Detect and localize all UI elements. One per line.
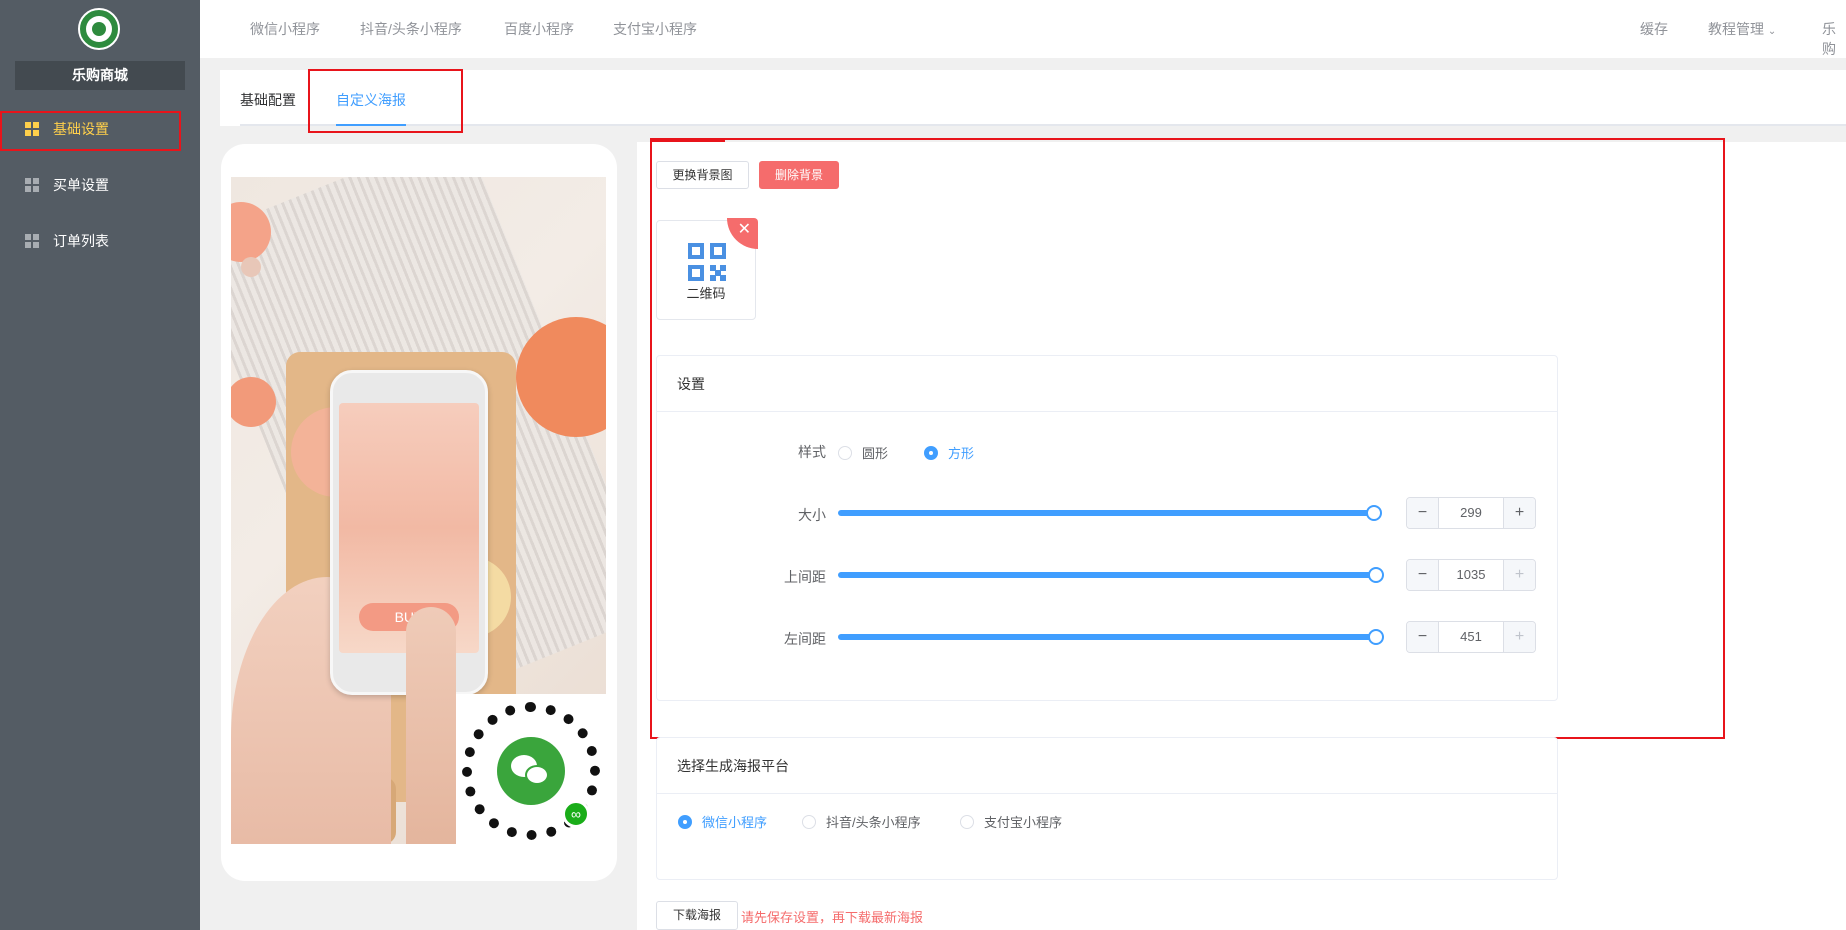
- grid-icon: [25, 234, 39, 248]
- download-poster-button[interactable]: 下载海报: [656, 901, 738, 930]
- shop-name: 乐购商城: [15, 61, 185, 90]
- chevron-down-icon: ⌄: [1767, 26, 1777, 37]
- highlight-box: [0, 111, 181, 151]
- grid-icon: [25, 178, 39, 192]
- tabs-bar: 基础配置 自定义海报: [220, 70, 1846, 126]
- highlight-box: [650, 138, 1725, 739]
- tutorial-menu[interactable]: 教程管理 ⌄: [1708, 19, 1776, 39]
- download-hint: 请先保存设置，再下载最新海报: [741, 910, 924, 925]
- platform-radio-alipay[interactable]: 支付宝小程序: [960, 812, 1062, 831]
- tab-basic-config[interactable]: 基础配置: [240, 90, 296, 110]
- sidebar-item-order-list[interactable]: 订单列表: [0, 219, 200, 263]
- top-link-douyin[interactable]: 抖音/头条小程序: [360, 19, 462, 39]
- cache-link[interactable]: 缓存: [1640, 19, 1668, 39]
- top-link-alipay[interactable]: 支付宝小程序: [613, 19, 697, 39]
- wechat-icon: [497, 737, 565, 805]
- poster-qr-code: ∞: [456, 694, 606, 844]
- platform-select-card: 选择生成海报平台: [656, 737, 1558, 880]
- sidebar-item-label: 买单设置: [53, 177, 109, 193]
- mini-program-icon: ∞: [562, 800, 590, 828]
- top-bar: 微信小程序 抖音/头条小程序 百度小程序 支付宝小程序 缓存 教程管理 ⌄ 乐购: [200, 0, 1846, 58]
- shop-logo: [78, 8, 120, 50]
- radio-circle-icon: [678, 814, 692, 829]
- sidebar-item-checkout-settings[interactable]: 买单设置: [0, 163, 200, 207]
- user-menu[interactable]: 乐购: [1822, 19, 1846, 59]
- radio-label: 支付宝小程序: [984, 815, 1063, 830]
- radio-label: 抖音/头条小程序: [826, 815, 921, 830]
- platform-radio-wechat[interactable]: 微信小程序: [678, 812, 767, 831]
- tutorial-label: 教程管理: [1708, 21, 1764, 37]
- sidebar-item-label: 订单列表: [53, 233, 109, 249]
- platform-radio-douyin[interactable]: 抖音/头条小程序: [802, 812, 921, 831]
- highlight-box: [308, 69, 463, 133]
- platform-select-title: 选择生成海报平台: [657, 738, 1557, 794]
- radio-circle-icon: [960, 814, 974, 829]
- radio-label: 微信小程序: [702, 815, 768, 830]
- radio-circle-icon: [802, 814, 816, 829]
- top-link-baidu[interactable]: 百度小程序: [504, 19, 574, 39]
- tabs-divider: [240, 124, 1846, 126]
- top-link-wechat[interactable]: 微信小程序: [250, 19, 320, 39]
